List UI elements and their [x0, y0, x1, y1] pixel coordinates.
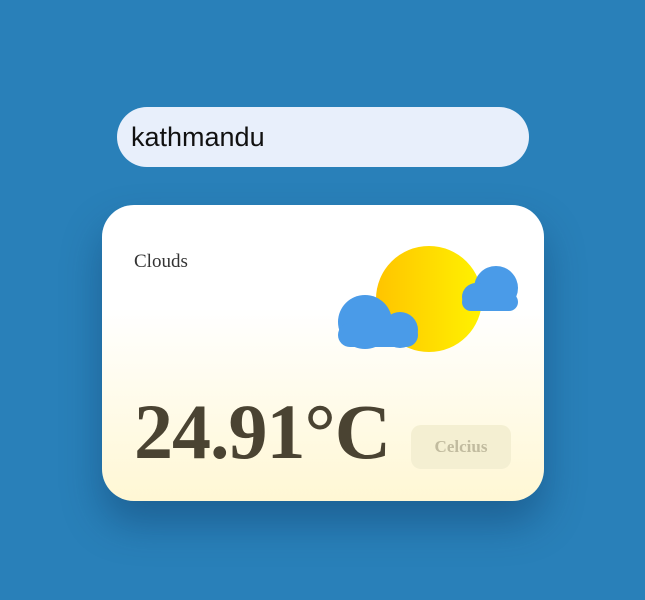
- temperature-value: 24.91°C: [134, 388, 391, 475]
- city-search-input[interactable]: [117, 107, 529, 167]
- unit-toggle-button[interactable]: Celcius: [411, 425, 511, 469]
- weather-condition: Clouds: [134, 251, 188, 272]
- sun-behind-clouds-icon: [338, 246, 518, 352]
- weather-card: Clouds 24.91°C Celcius: [102, 205, 544, 501]
